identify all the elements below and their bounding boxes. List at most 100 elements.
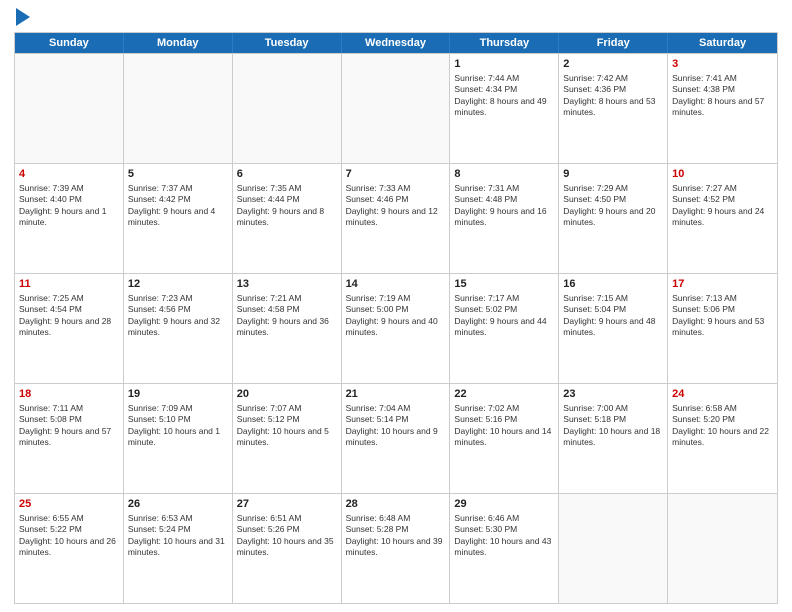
sunset-text: Sunset: 5:14 PM: [346, 414, 409, 424]
sunrise-text: Sunrise: 7:25 AM: [19, 293, 84, 303]
sunrise-text: Sunrise: 6:51 AM: [237, 513, 302, 523]
calendar-cell: 15Sunrise: 7:17 AMSunset: 5:02 PMDayligh…: [450, 274, 559, 383]
calendar-week-5: 25Sunrise: 6:55 AMSunset: 5:22 PMDayligh…: [15, 493, 777, 603]
day-number: 13: [237, 277, 337, 292]
calendar-cell: 4Sunrise: 7:39 AMSunset: 4:40 PMDaylight…: [15, 164, 124, 273]
daylight-text: Daylight: 8 hours and 49 minutes.: [454, 96, 546, 117]
sunset-text: Sunset: 4:56 PM: [128, 304, 191, 314]
calendar-cell: 9Sunrise: 7:29 AMSunset: 4:50 PMDaylight…: [559, 164, 668, 273]
daylight-text: Daylight: 9 hours and 24 minutes.: [672, 206, 764, 227]
day-number: 11: [19, 277, 119, 292]
calendar-week-1: 1Sunrise: 7:44 AMSunset: 4:34 PMDaylight…: [15, 53, 777, 163]
sunrise-text: Sunrise: 7:29 AM: [563, 183, 628, 193]
sunrise-text: Sunrise: 7:13 AM: [672, 293, 737, 303]
calendar-cell: 20Sunrise: 7:07 AMSunset: 5:12 PMDayligh…: [233, 384, 342, 493]
calendar-cell: [124, 54, 233, 163]
calendar-cell: 27Sunrise: 6:51 AMSunset: 5:26 PMDayligh…: [233, 494, 342, 603]
calendar: SundayMondayTuesdayWednesdayThursdayFrid…: [14, 32, 778, 604]
calendar-cell: 17Sunrise: 7:13 AMSunset: 5:06 PMDayligh…: [668, 274, 777, 383]
sunset-text: Sunset: 5:24 PM: [128, 524, 191, 534]
day-number: 22: [454, 387, 554, 402]
sunrise-text: Sunrise: 7:27 AM: [672, 183, 737, 193]
sunrise-text: Sunrise: 7:37 AM: [128, 183, 193, 193]
daylight-text: Daylight: 10 hours and 22 minutes.: [672, 426, 769, 447]
sunset-text: Sunset: 4:34 PM: [454, 84, 517, 94]
day-number: 29: [454, 497, 554, 512]
day-number: 26: [128, 497, 228, 512]
sunset-text: Sunset: 4:42 PM: [128, 194, 191, 204]
day-number: 28: [346, 497, 446, 512]
day-number: 17: [672, 277, 773, 292]
day-header-sunday: Sunday: [15, 33, 124, 53]
sunrise-text: Sunrise: 7:41 AM: [672, 73, 737, 83]
calendar-cell: 16Sunrise: 7:15 AMSunset: 5:04 PMDayligh…: [559, 274, 668, 383]
day-header-wednesday: Wednesday: [342, 33, 451, 53]
sunrise-text: Sunrise: 7:17 AM: [454, 293, 519, 303]
sunset-text: Sunset: 4:38 PM: [672, 84, 735, 94]
daylight-text: Daylight: 10 hours and 39 minutes.: [346, 536, 443, 557]
sunset-text: Sunset: 4:50 PM: [563, 194, 626, 204]
sunrise-text: Sunrise: 6:46 AM: [454, 513, 519, 523]
calendar-cell: 7Sunrise: 7:33 AMSunset: 4:46 PMDaylight…: [342, 164, 451, 273]
daylight-text: Daylight: 9 hours and 32 minutes.: [128, 316, 220, 337]
logo: [14, 10, 30, 26]
daylight-text: Daylight: 8 hours and 57 minutes.: [672, 96, 764, 117]
daylight-text: Daylight: 10 hours and 1 minute.: [128, 426, 220, 447]
logo-arrow-icon: [16, 8, 30, 26]
sunset-text: Sunset: 4:40 PM: [19, 194, 82, 204]
sunrise-text: Sunrise: 7:15 AM: [563, 293, 628, 303]
calendar-cell: [559, 494, 668, 603]
sunrise-text: Sunrise: 7:07 AM: [237, 403, 302, 413]
calendar-cell: 24Sunrise: 6:58 AMSunset: 5:20 PMDayligh…: [668, 384, 777, 493]
sunset-text: Sunset: 5:28 PM: [346, 524, 409, 534]
calendar-cell: 23Sunrise: 7:00 AMSunset: 5:18 PMDayligh…: [559, 384, 668, 493]
calendar-cell: 21Sunrise: 7:04 AMSunset: 5:14 PMDayligh…: [342, 384, 451, 493]
sunrise-text: Sunrise: 6:58 AM: [672, 403, 737, 413]
daylight-text: Daylight: 10 hours and 26 minutes.: [19, 536, 116, 557]
sunrise-text: Sunrise: 7:21 AM: [237, 293, 302, 303]
calendar-cell: 5Sunrise: 7:37 AMSunset: 4:42 PMDaylight…: [124, 164, 233, 273]
day-number: 4: [19, 167, 119, 182]
sunset-text: Sunset: 4:36 PM: [563, 84, 626, 94]
sunset-text: Sunset: 4:54 PM: [19, 304, 82, 314]
sunset-text: Sunset: 4:52 PM: [672, 194, 735, 204]
daylight-text: Daylight: 10 hours and 31 minutes.: [128, 536, 225, 557]
calendar-cell: 14Sunrise: 7:19 AMSunset: 5:00 PMDayligh…: [342, 274, 451, 383]
daylight-text: Daylight: 9 hours and 16 minutes.: [454, 206, 546, 227]
calendar-week-4: 18Sunrise: 7:11 AMSunset: 5:08 PMDayligh…: [15, 383, 777, 493]
sunrise-text: Sunrise: 7:42 AM: [563, 73, 628, 83]
day-number: 15: [454, 277, 554, 292]
sunrise-text: Sunrise: 7:44 AM: [454, 73, 519, 83]
sunset-text: Sunset: 5:02 PM: [454, 304, 517, 314]
sunset-text: Sunset: 5:08 PM: [19, 414, 82, 424]
calendar-cell: 26Sunrise: 6:53 AMSunset: 5:24 PMDayligh…: [124, 494, 233, 603]
sunrise-text: Sunrise: 7:39 AM: [19, 183, 84, 193]
sunset-text: Sunset: 5:12 PM: [237, 414, 300, 424]
daylight-text: Daylight: 10 hours and 14 minutes.: [454, 426, 551, 447]
sunset-text: Sunset: 5:10 PM: [128, 414, 191, 424]
daylight-text: Daylight: 9 hours and 12 minutes.: [346, 206, 438, 227]
calendar-cell: 19Sunrise: 7:09 AMSunset: 5:10 PMDayligh…: [124, 384, 233, 493]
sunset-text: Sunset: 5:26 PM: [237, 524, 300, 534]
day-number: 24: [672, 387, 773, 402]
daylight-text: Daylight: 10 hours and 9 minutes.: [346, 426, 438, 447]
sunrise-text: Sunrise: 7:23 AM: [128, 293, 193, 303]
sunset-text: Sunset: 5:16 PM: [454, 414, 517, 424]
day-header-thursday: Thursday: [450, 33, 559, 53]
day-number: 21: [346, 387, 446, 402]
daylight-text: Daylight: 10 hours and 18 minutes.: [563, 426, 660, 447]
calendar-cell: 28Sunrise: 6:48 AMSunset: 5:28 PMDayligh…: [342, 494, 451, 603]
calendar-week-3: 11Sunrise: 7:25 AMSunset: 4:54 PM Dayligh…: [15, 273, 777, 383]
day-number: 9: [563, 167, 663, 182]
calendar-header-row: SundayMondayTuesdayWednesdayThursdayFrid…: [15, 33, 777, 53]
calendar-cell: 12Sunrise: 7:23 AMSunset: 4:56 PMDayligh…: [124, 274, 233, 383]
sunset-text: Sunset: 5:06 PM: [672, 304, 735, 314]
daylight-text: Daylight: 9 hours and 8 minutes.: [237, 206, 324, 227]
calendar-cell: 10Sunrise: 7:27 AMSunset: 4:52 PMDayligh…: [668, 164, 777, 273]
sunrise-text: Sunrise: 7:33 AM: [346, 183, 411, 193]
calendar-cell: [342, 54, 451, 163]
sunset-text: Sunset: 4:58 PM: [237, 304, 300, 314]
day-number: 3: [672, 57, 773, 72]
sunset-text: Sunset: 5:30 PM: [454, 524, 517, 534]
daylight-text: Daylight: 9 hours and 57 minutes.: [19, 426, 111, 447]
